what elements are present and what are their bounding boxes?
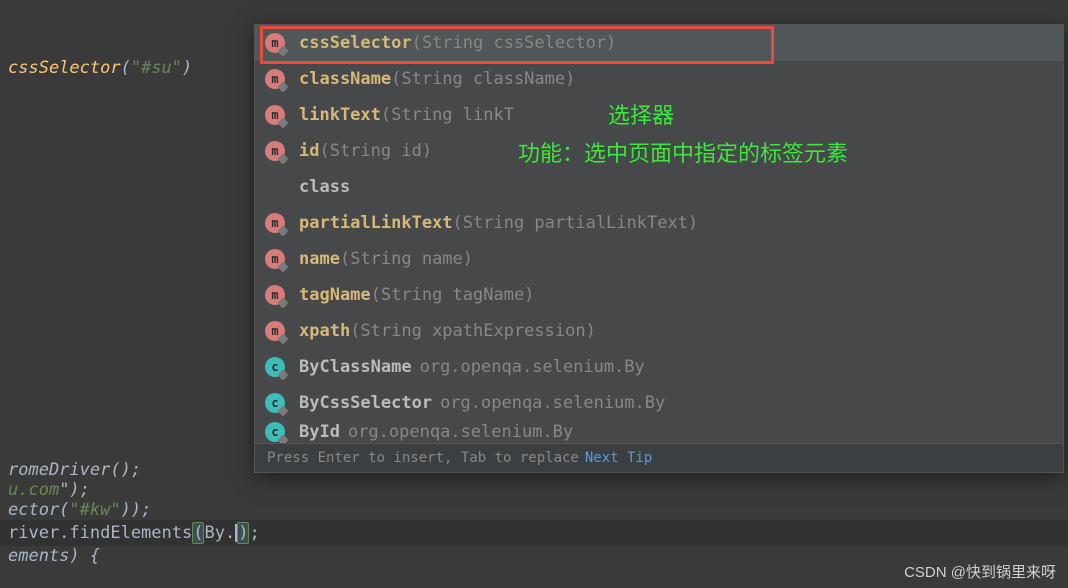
completion-footer: Press Enter to insert, Tab to replace Ne… xyxy=(255,443,1063,472)
method-icon: m xyxy=(265,213,285,233)
completion-item-ByClassName[interactable]: c ByClassName org.openqa.selenium.By xyxy=(255,349,1063,385)
completion-item-name[interactable]: m name (String name) xyxy=(255,241,1063,277)
completion-item-tagName[interactable]: m tagName (String tagName) xyxy=(255,277,1063,313)
code-string: "#su" xyxy=(131,58,182,78)
method-icon: m xyxy=(265,141,285,161)
method-icon: m xyxy=(265,69,285,89)
code-editor[interactable]: cssSelector("#su") xyxy=(0,0,192,82)
class-icon: c xyxy=(265,393,285,413)
method-icon: m xyxy=(265,105,285,125)
completion-item-class[interactable]: class xyxy=(255,169,1063,205)
active-line[interactable]: river.findElements(By.); xyxy=(0,520,1068,546)
method-icon: m xyxy=(265,321,285,341)
watermark: CSDN @快到锅里来呀 xyxy=(904,561,1056,582)
code-method: cssSelector xyxy=(8,58,121,78)
completion-item-xpath[interactable]: m xpath (String xpathExpression) xyxy=(255,313,1063,349)
method-icon: m xyxy=(265,249,285,269)
blank-icon xyxy=(265,177,285,197)
completion-item-id[interactable]: m id (String id) xyxy=(255,133,1063,169)
paren-match-close: ) xyxy=(237,522,249,544)
completion-item-ByCssSelector[interactable]: c ByCssSelector org.openqa.selenium.By xyxy=(255,385,1063,421)
class-icon: c xyxy=(265,422,285,442)
class-icon: c xyxy=(265,357,285,377)
completion-item-ById[interactable]: c ById org.openqa.selenium.By xyxy=(255,421,1063,443)
completion-item-linkText[interactable]: m linkText (String linkT xyxy=(255,97,1063,133)
footer-hint: Press Enter to insert, Tab to replace xyxy=(267,450,579,466)
completion-item-cssSelector[interactable]: m cssSelector (String cssSelector) xyxy=(255,25,1063,61)
code-editor-bottom[interactable]: romeDriver(); u.com"); ector("#kw")); ri… xyxy=(0,460,1068,566)
code-completion-popup: m cssSelector (String cssSelector) m cla… xyxy=(254,24,1064,473)
paren-match-open: ( xyxy=(192,522,204,544)
method-icon: m xyxy=(265,33,285,53)
caret-icon xyxy=(235,524,237,542)
completion-item-className[interactable]: m className (String className) xyxy=(255,61,1063,97)
completion-item-partialLinkText[interactable]: m partialLinkText (String partialLinkTex… xyxy=(255,205,1063,241)
method-icon: m xyxy=(265,285,285,305)
next-tip-link[interactable]: Next Tip xyxy=(585,450,652,466)
